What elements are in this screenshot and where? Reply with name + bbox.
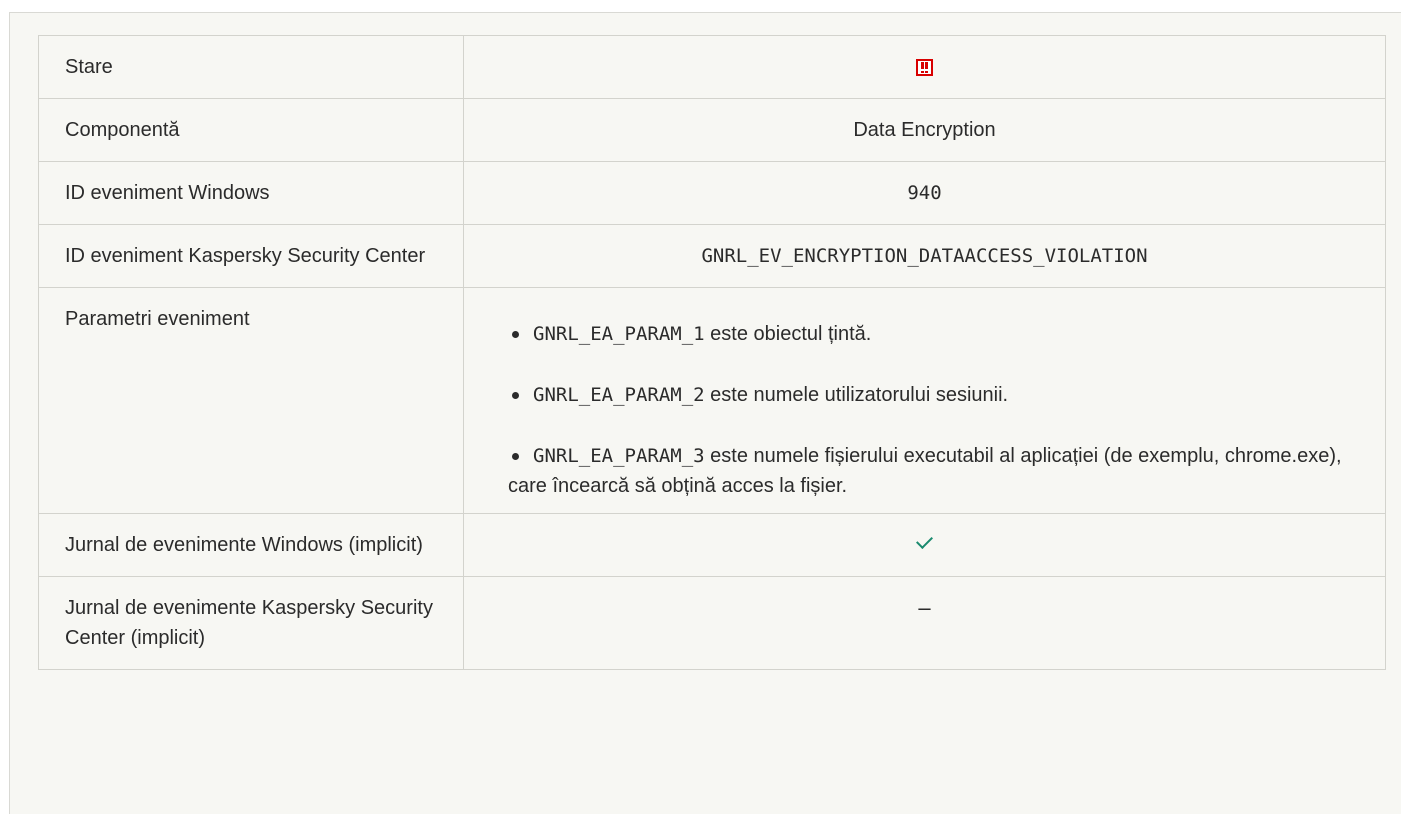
row-value: GNRL_EA_PARAM_1 este obiectul țintă. GNR… <box>463 287 1386 514</box>
row-value: 940 <box>463 161 1386 225</box>
param-description: este obiectul țintă. <box>704 323 872 345</box>
list-item: GNRL_EA_PARAM_1 este obiectul țintă. <box>508 319 1359 349</box>
row-value <box>463 513 1386 577</box>
table-row: Jurnal de evenimente Windows (implicit) <box>38 513 1386 577</box>
row-value: GNRL_EV_ENCRYPTION_DATAACCESS_VIOLATION <box>463 224 1386 288</box>
table-row: Jurnal de evenimente Kaspersky Security … <box>38 576 1386 670</box>
param-code: GNRL_EA_PARAM_3 <box>533 445 705 467</box>
row-label: Stare <box>38 35 464 99</box>
param-description: este numele utilizatorului sesiunii. <box>704 384 1009 406</box>
table-row: Parametri eveniment GNRL_EA_PARAM_1 este… <box>38 287 1386 514</box>
content-panel: Stare Componentă Data Encryption ID even… <box>9 12 1401 814</box>
table-row: ID eveniment Windows 940 <box>38 161 1386 225</box>
list-item: GNRL_EA_PARAM_3 este numele fișierului e… <box>508 441 1359 501</box>
table-row: Componentă Data Encryption <box>38 98 1386 162</box>
row-label: Parametri eveniment <box>38 287 464 514</box>
row-label: Jurnal de evenimente Kaspersky Security … <box>38 576 464 670</box>
row-label: Componentă <box>38 98 464 162</box>
error-status-icon <box>916 59 933 76</box>
list-item: GNRL_EA_PARAM_2 este numele utilizatorul… <box>508 380 1359 410</box>
parameter-list: GNRL_EA_PARAM_1 este obiectul țintă. GNR… <box>508 319 1359 501</box>
event-details-table: Stare Componentă Data Encryption ID even… <box>38 35 1386 670</box>
row-value: – <box>463 576 1386 670</box>
row-value: Data Encryption <box>463 98 1386 162</box>
check-icon <box>916 532 933 549</box>
row-label: ID eveniment Windows <box>38 161 464 225</box>
row-label: ID eveniment Kaspersky Security Center <box>38 224 464 288</box>
param-code: GNRL_EA_PARAM_1 <box>533 323 705 345</box>
param-code: GNRL_EA_PARAM_2 <box>533 384 705 406</box>
row-value <box>463 35 1386 99</box>
table-row: ID eveniment Kaspersky Security Center G… <box>38 224 1386 288</box>
row-label: Jurnal de evenimente Windows (implicit) <box>38 513 464 577</box>
table-row: Stare <box>38 35 1386 99</box>
